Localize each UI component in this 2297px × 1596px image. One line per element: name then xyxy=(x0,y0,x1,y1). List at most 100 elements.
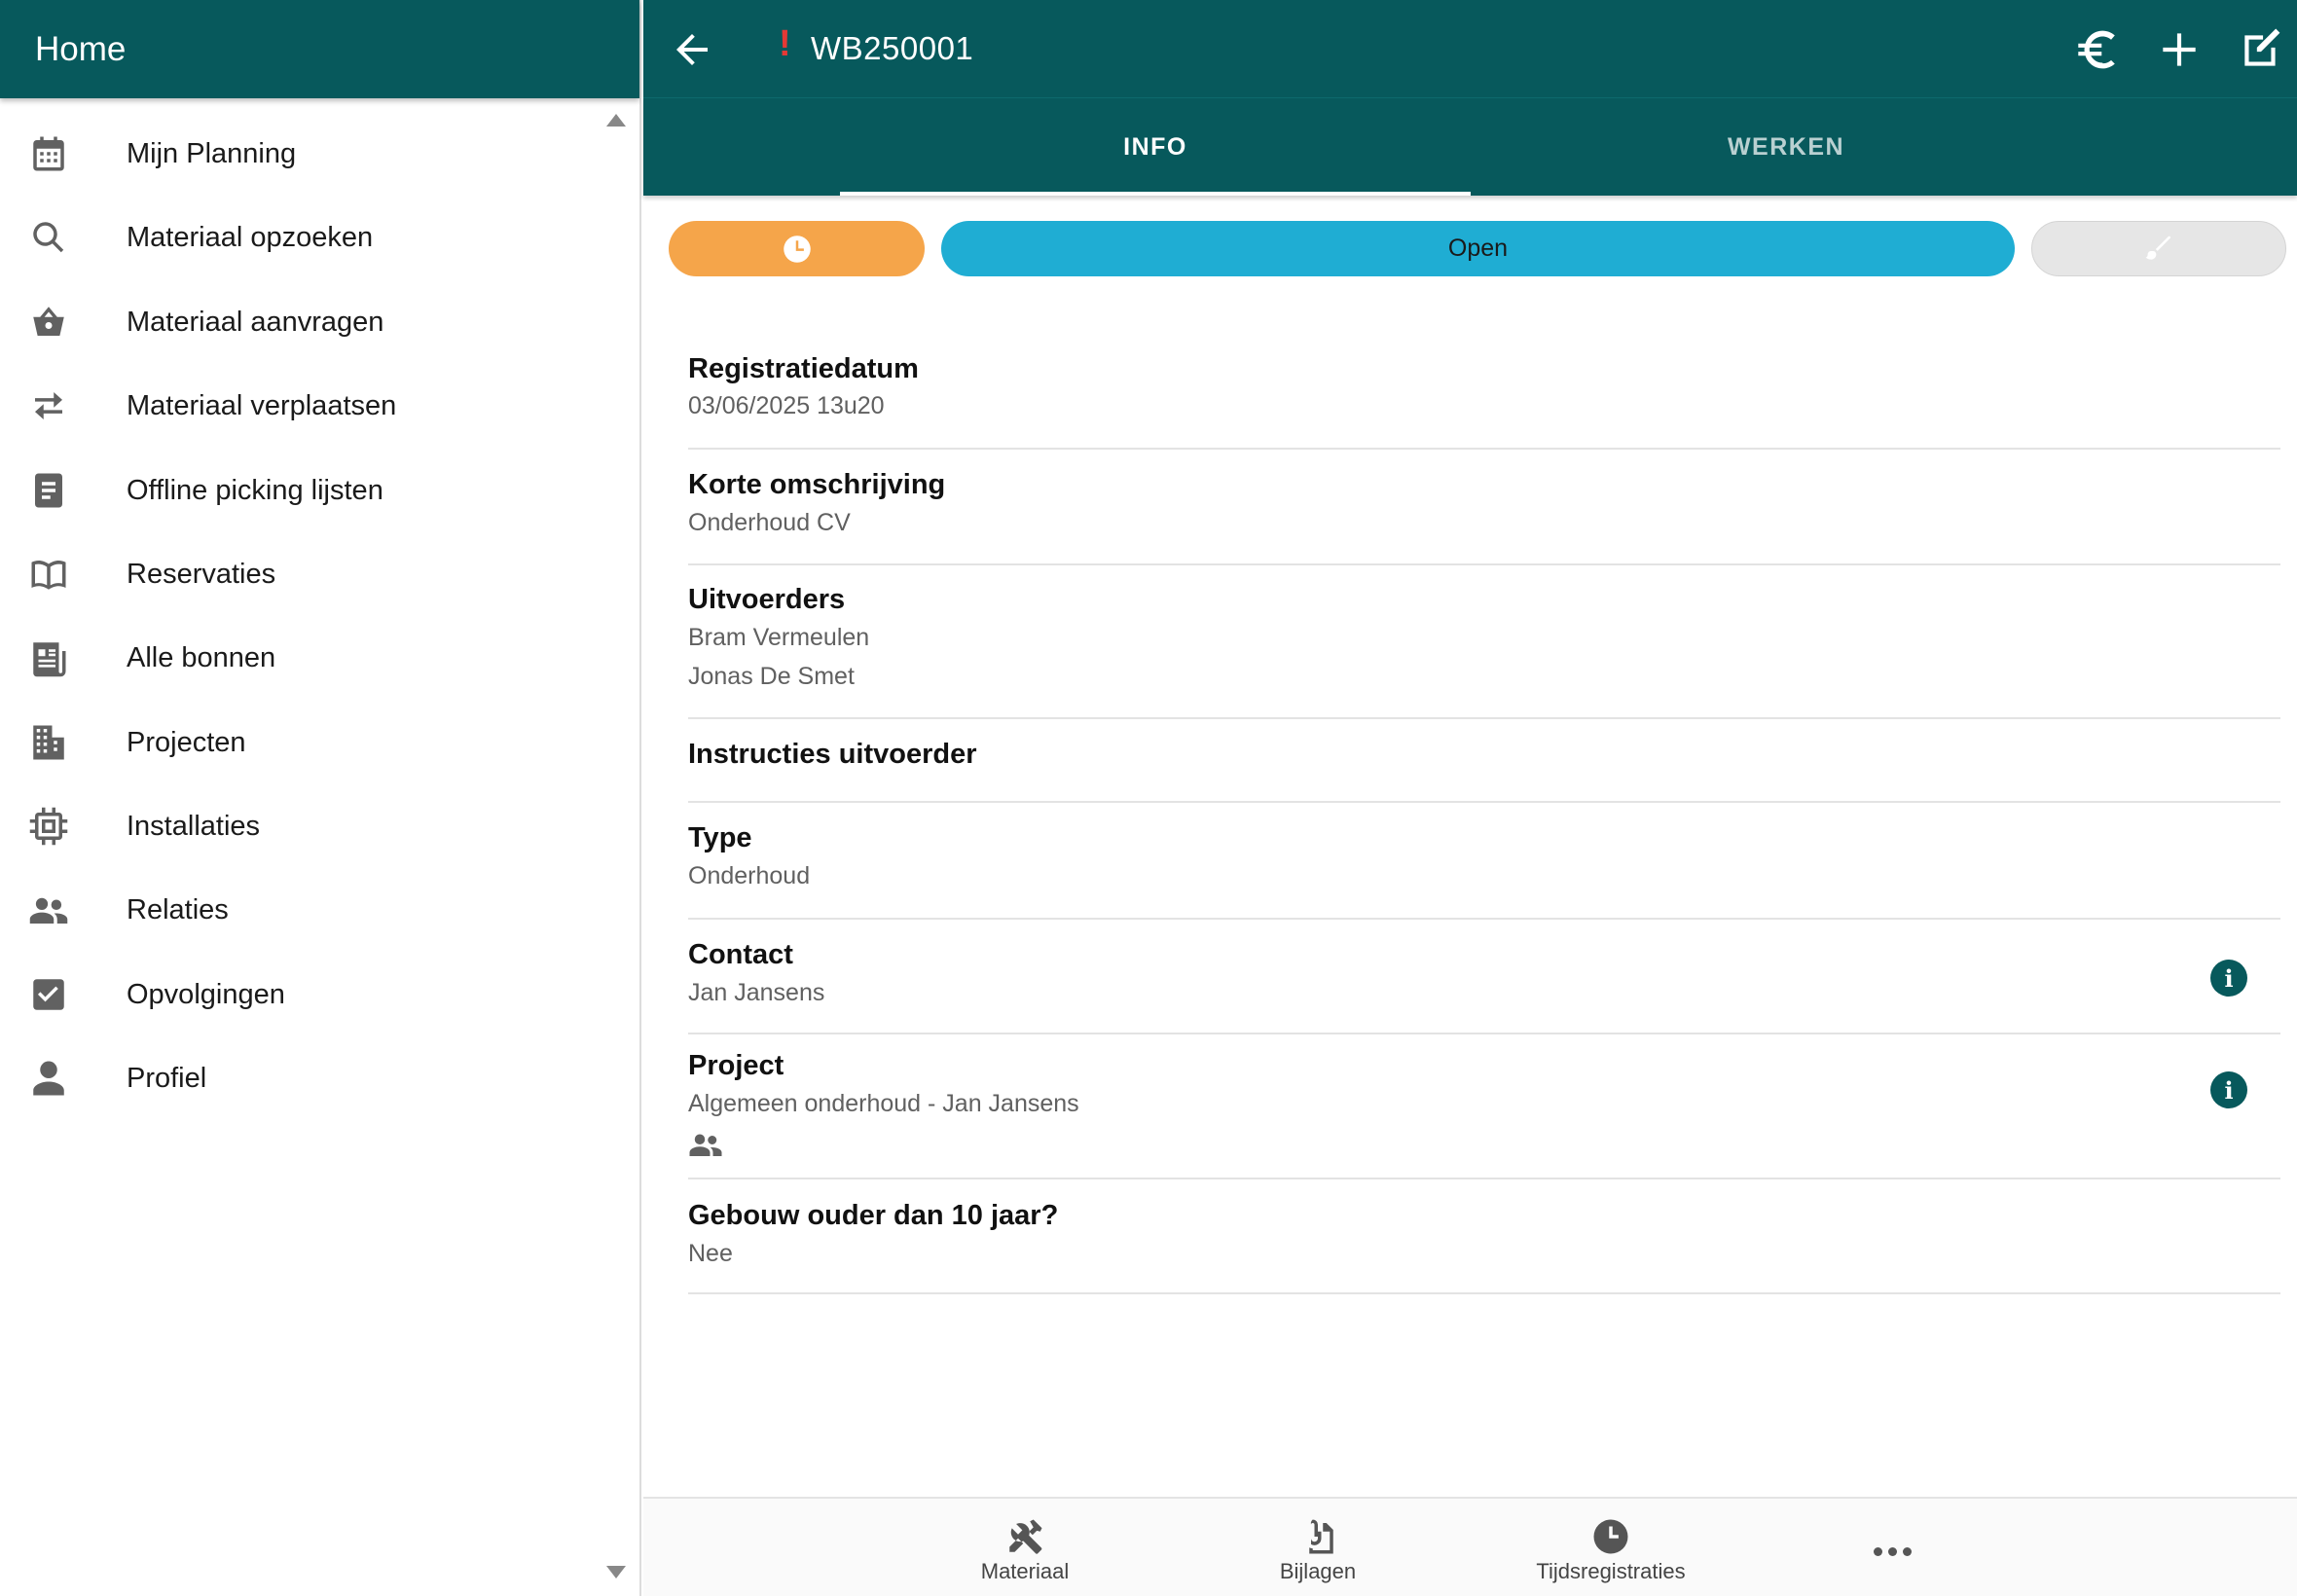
sidebar-item-mijn-planning[interactable]: Mijn Planning xyxy=(0,112,613,196)
arrow-left-icon xyxy=(676,34,708,65)
field-instructies-uitvoerder: Instructies uitvoerder xyxy=(688,719,2280,803)
field-value: Algemeen onderhoud - Jan Jansens xyxy=(688,1090,1079,1117)
sidebar-item-label: Projecten xyxy=(127,726,246,758)
scroll-down-arrow[interactable] xyxy=(606,1566,626,1578)
field-contact: Contact Jan Jansens i xyxy=(688,920,2280,1034)
nav-label: Tijdsregistraties xyxy=(1536,1559,1686,1583)
field-project: Project Algemeen onderhoud - Jan Jansens… xyxy=(688,1034,2280,1179)
drawer-header: Home xyxy=(0,0,639,98)
contact-info-button[interactable]: i xyxy=(2210,960,2247,997)
field-value: 03/06/2025 13u20 xyxy=(688,392,885,419)
plus-icon xyxy=(2163,33,2196,66)
project-info-button[interactable]: i xyxy=(2210,1071,2247,1108)
sidebar-item-label: Installaties xyxy=(127,810,261,842)
app-bar: ! WB250001 xyxy=(643,0,2297,98)
nav-label: Bijlagen xyxy=(1279,1559,1357,1583)
sidebar-item-profiel[interactable]: Profiel xyxy=(0,1036,613,1120)
tools-icon xyxy=(1004,1516,1045,1557)
document-icon xyxy=(27,469,70,512)
sidebar-item-label: Materiaal verplaatsen xyxy=(127,389,397,421)
status-pill[interactable]: Open xyxy=(941,221,2015,276)
chip-icon xyxy=(27,805,70,848)
nav-label: Materiaal xyxy=(980,1559,1070,1583)
calendar-icon xyxy=(27,132,70,175)
dot-icon xyxy=(1903,1547,1912,1556)
people-icon xyxy=(689,1134,722,1156)
nav-tijdsregistraties[interactable]: Tijdsregistraties xyxy=(1494,1499,1728,1596)
field-label: Gebouw ouder dan 10 jaar? xyxy=(688,1200,1059,1231)
detail-panel: ! WB250001 INFO WERKEN Open Registratied… xyxy=(643,0,2297,1596)
edit-icon xyxy=(2244,28,2280,66)
sidebar-item-materiaal-opzoeken[interactable]: Materiaal opzoeken xyxy=(0,196,613,279)
field-value: Jonas De Smet xyxy=(688,663,855,690)
sidebar-item-label: Reservaties xyxy=(127,558,276,590)
newspaper-icon xyxy=(27,636,70,679)
signature-button[interactable] xyxy=(2031,221,2286,276)
euro-icon xyxy=(2078,30,2115,69)
field-label: Korte omschrijving xyxy=(688,469,946,500)
info-field-list: Registratiedatum 03/06/2025 13u20 Korte … xyxy=(688,321,2280,1294)
field-value: Onderhoud CV xyxy=(688,509,851,536)
sidebar-item-label: Alle bonnen xyxy=(127,641,276,673)
field-value: Onderhoud xyxy=(688,862,811,889)
tab-bar: INFO WERKEN xyxy=(643,98,2297,196)
sidebar-item-materiaal-aanvragen[interactable]: Materiaal aanvragen xyxy=(0,280,613,364)
field-label: Contact xyxy=(688,939,793,970)
sidebar-item-reservaties[interactable]: Reservaties xyxy=(0,532,613,616)
building-icon xyxy=(27,721,70,764)
nav-materiaal[interactable]: Materiaal xyxy=(908,1499,1142,1596)
sidebar-item-materiaal-verplaatsen[interactable]: Materiaal verplaatsen xyxy=(0,364,613,448)
sidebar-item-label: Materiaal opzoeken xyxy=(127,221,374,253)
sidebar-item-label: Profiel xyxy=(127,1062,207,1094)
field-label: Instructies uitvoerder xyxy=(688,739,977,770)
field-uitvoerders: Uitvoerders Bram Vermeulen Jonas De Smet xyxy=(688,565,2280,719)
sidebar-item-relaties[interactable]: Relaties xyxy=(0,868,613,952)
dot-icon xyxy=(1874,1547,1882,1556)
sidebar-item-alle-bonnen[interactable]: Alle bonnen xyxy=(0,616,613,700)
field-label: Type xyxy=(688,822,752,853)
sidebar-item-label: Relaties xyxy=(127,893,229,925)
field-label: Registratiedatum xyxy=(688,353,919,384)
dot-icon xyxy=(1888,1547,1897,1556)
edit-button[interactable] xyxy=(2237,25,2285,74)
tab-werken[interactable]: WERKEN xyxy=(1471,98,2101,196)
drawer-title: Home xyxy=(35,29,127,68)
person-icon xyxy=(27,1057,70,1100)
euro-button[interactable] xyxy=(2071,25,2120,74)
drawer-menu: Mijn Planning Materiaal opzoeken Materia… xyxy=(0,98,639,1596)
navigation-drawer: Home Mijn Planning Materiaal opzoeken Ma… xyxy=(0,0,641,1596)
sidebar-item-label: Opvolgingen xyxy=(127,978,285,1010)
tab-info[interactable]: INFO xyxy=(840,98,1471,196)
nav-bijlagen[interactable]: Bijlagen xyxy=(1201,1499,1435,1596)
sidebar-item-label: Offline picking lijsten xyxy=(127,474,383,506)
field-type: Type Onderhoud xyxy=(688,803,2280,920)
sidebar-item-projecten[interactable]: Projecten xyxy=(0,701,613,784)
sidebar-item-opvolgingen[interactable]: Opvolgingen xyxy=(0,953,613,1036)
back-button[interactable] xyxy=(669,26,715,73)
more-options-button[interactable] xyxy=(1874,1547,1913,1557)
field-label: Project xyxy=(688,1050,784,1081)
record-title: WB250001 xyxy=(811,30,974,66)
clock-icon xyxy=(783,235,811,263)
sidebar-item-label: Materiaal aanvragen xyxy=(127,306,384,338)
add-button[interactable] xyxy=(2155,25,2204,74)
swap-arrows-icon xyxy=(27,384,70,427)
field-value: Jan Jansens xyxy=(688,979,825,1006)
book-icon xyxy=(27,553,70,596)
clock-icon xyxy=(1590,1516,1631,1557)
field-gebouw-ouder-dan-10-jaar: Gebouw ouder dan 10 jaar? Nee xyxy=(688,1179,2280,1294)
sidebar-item-installaties[interactable]: Installaties xyxy=(0,784,613,868)
field-korte-omschrijving: Korte omschrijving Onderhoud CV xyxy=(688,450,2280,565)
sidebar-item-offline-picking-lijsten[interactable]: Offline picking lijsten xyxy=(0,449,613,532)
status-bar: Open xyxy=(669,221,2286,276)
alert-indicator: ! xyxy=(779,23,791,64)
checkbox-icon xyxy=(27,973,70,1016)
brush-icon xyxy=(2145,236,2170,260)
attachment-icon xyxy=(1297,1516,1338,1557)
time-registration-button[interactable] xyxy=(669,221,925,276)
field-value: Nee xyxy=(688,1240,733,1267)
bottom-navigation: Materiaal Bijlagen Tijdsregistraties xyxy=(643,1497,2297,1596)
field-label: Uitvoerders xyxy=(688,584,846,615)
people-icon xyxy=(27,889,70,931)
field-registratiedatum: Registratiedatum 03/06/2025 13u20 xyxy=(688,321,2280,450)
